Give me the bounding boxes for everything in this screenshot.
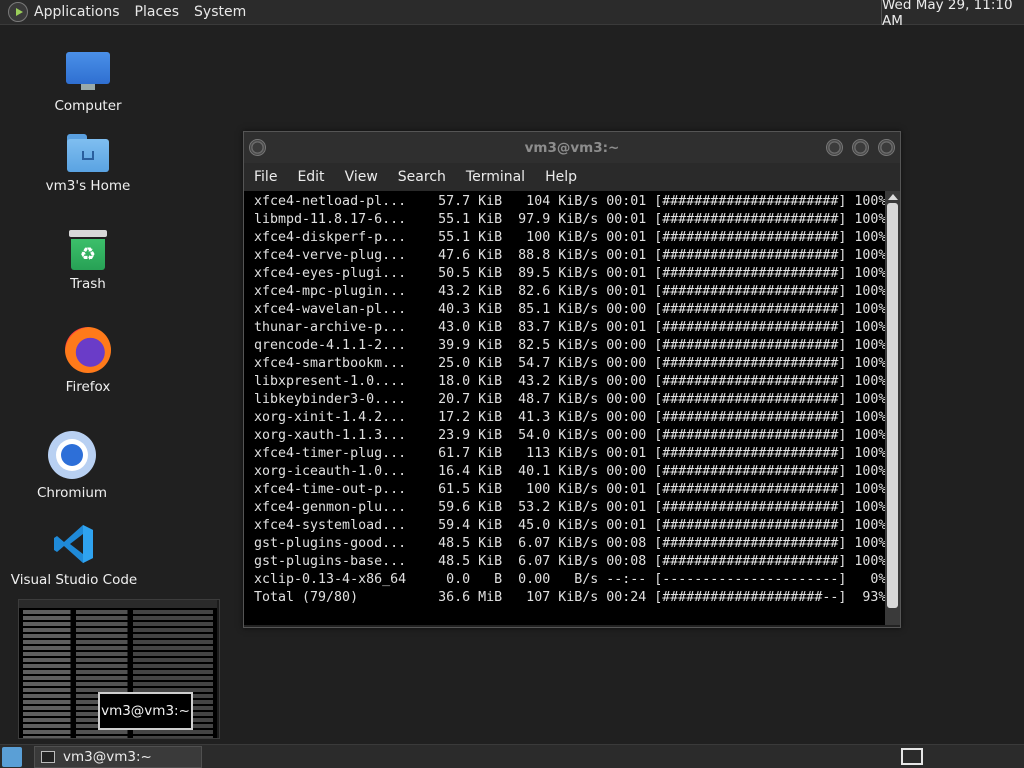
desktop-icon-trash[interactable]: ♻ Trash — [23, 230, 153, 292]
terminal-line: xclip-0.13-4-x86_64 0.0 B 0.00 B/s --:--… — [254, 572, 885, 587]
menu-places[interactable]: Places — [135, 4, 180, 20]
menu-applications[interactable]: Applications — [34, 4, 120, 20]
terminal-line: xfce4-time-out-p... 61.5 KiB 100 KiB/s 0… — [254, 482, 885, 497]
terminal-line: xfce4-eyes-plugi... 50.5 KiB 89.5 KiB/s … — [254, 266, 885, 281]
window-titlebar[interactable]: vm3@vm3:~ — [244, 132, 900, 163]
taskbar-button-label: vm3@vm3:~ — [63, 749, 152, 765]
desktop-icon-vscode[interactable]: Visual Studio Code — [9, 522, 139, 588]
terminal-line: xfce4-systemload... 59.4 KiB 45.0 KiB/s … — [254, 518, 885, 533]
taskbar-terminal-button[interactable]: vm3@vm3:~ — [34, 746, 202, 768]
terminal-line: xfce4-diskperf-p... 55.1 KiB 100 KiB/s 0… — [254, 230, 885, 245]
terminal-line: xorg-iceauth-1.0... 16.4 KiB 40.1 KiB/s … — [254, 464, 885, 479]
terminal-line: gst-plugins-good... 48.5 KiB 6.07 KiB/s … — [254, 536, 885, 551]
terminal-line: xfce4-wavelan-pl... 40.3 KiB 85.1 KiB/s … — [254, 302, 885, 317]
window-tooltip: vm3@vm3:~ — [98, 692, 193, 730]
maximize-button[interactable] — [852, 139, 869, 156]
menu-view[interactable]: View — [345, 169, 378, 185]
desktop-icon-firefox[interactable]: Firefox — [23, 327, 153, 395]
menu-help[interactable]: Help — [545, 169, 577, 185]
vscode-icon — [52, 522, 96, 566]
close-button[interactable] — [878, 139, 895, 156]
minimize-button[interactable] — [826, 139, 843, 156]
terminal-line: thunar-archive-p... 43.0 KiB 83.7 KiB/s … — [254, 320, 885, 335]
scrollbar-thumb[interactable] — [887, 203, 898, 608]
workspace-switcher[interactable] — [901, 748, 923, 765]
menu-terminal[interactable]: Terminal — [466, 169, 525, 185]
desktop-icon-label: Firefox — [65, 379, 111, 395]
distro-logo-icon[interactable] — [8, 2, 28, 22]
menu-edit[interactable]: Edit — [297, 169, 324, 185]
top-panel: Applications Places System Wed May 29, 1… — [0, 0, 1024, 29]
terminal-output[interactable]: xfce4-netload-pl... 57.7 KiB 104 KiB/s 0… — [244, 191, 885, 625]
terminal-line: xfce4-netload-pl... 57.7 KiB 104 KiB/s 0… — [254, 194, 885, 209]
terminal-window[interactable]: vm3@vm3:~ File Edit View Search Terminal… — [243, 131, 901, 628]
home-folder-icon — [67, 132, 109, 172]
terminal-line: xfce4-timer-plug... 61.7 KiB 113 KiB/s 0… — [254, 446, 885, 461]
computer-icon — [66, 52, 110, 92]
terminal-menubar: File Edit View Search Terminal Help — [244, 163, 900, 191]
terminal-line: xfce4-verve-plug... 47.6 KiB 88.8 KiB/s … — [254, 248, 885, 263]
menu-search[interactable]: Search — [398, 169, 446, 185]
terminal-line: gst-plugins-base... 48.5 KiB 6.07 KiB/s … — [254, 554, 885, 569]
show-desktop-icon[interactable] — [2, 747, 22, 767]
desktop-icon-computer[interactable]: Computer — [23, 52, 153, 114]
terminal-line: xorg-xauth-1.1.3... 23.9 KiB 54.0 KiB/s … — [254, 428, 885, 443]
terminal-line: libxpresent-1.0.... 18.0 KiB 43.2 KiB/s … — [254, 374, 885, 389]
desktop-icon-label: Computer — [54, 98, 122, 114]
terminal-scrollbar[interactable] — [885, 191, 900, 625]
desktop-icon-home[interactable]: vm3's Home — [23, 132, 153, 194]
terminal-line: xfce4-mpc-plugin... 43.2 KiB 82.6 KiB/s … — [254, 284, 885, 299]
chromium-icon — [48, 431, 96, 479]
terminal-line: libkeybinder3-0.... 20.7 KiB 48.7 KiB/s … — [254, 392, 885, 407]
terminal-line: xorg-xinit-1.4.2... 17.2 KiB 41.3 KiB/s … — [254, 410, 885, 425]
terminal-line: xfce4-genmon-plu... 59.6 KiB 53.2 KiB/s … — [254, 500, 885, 515]
terminal-icon — [41, 751, 55, 763]
window-title: vm3@vm3:~ — [524, 139, 620, 156]
trash-icon: ♻ — [69, 230, 107, 270]
firefox-icon — [65, 327, 111, 373]
desktop-icon-chromium[interactable]: Chromium — [7, 431, 137, 501]
terminal-line: Total (79/80) 36.6 MiB 107 KiB/s 00:24 [… — [254, 590, 885, 605]
menu-system[interactable]: System — [194, 4, 246, 20]
window-menu-button[interactable] — [249, 139, 266, 156]
desktop-icon-label: Visual Studio Code — [10, 572, 138, 588]
clock[interactable]: Wed May 29, 11:10 AM — [881, 0, 1024, 29]
terminal-line: qrencode-4.1.1-2... 39.9 KiB 82.5 KiB/s … — [254, 338, 885, 353]
desktop-icon-label: Chromium — [36, 485, 108, 501]
desktop-icon-label: Trash — [70, 276, 106, 292]
desktop-icon-label: vm3's Home — [45, 178, 131, 194]
workspace-preview[interactable]: vm3@vm3:~ — [18, 599, 220, 739]
terminal-line: xfce4-smartbookm... 25.0 KiB 54.7 KiB/s … — [254, 356, 885, 371]
terminal-line: libmpd-11.8.17-6... 55.1 KiB 97.9 KiB/s … — [254, 212, 885, 227]
scroll-up-arrow-icon[interactable] — [888, 194, 898, 200]
bottom-panel: vm3@vm3:~ — [0, 744, 1024, 768]
menu-file[interactable]: File — [254, 169, 277, 185]
